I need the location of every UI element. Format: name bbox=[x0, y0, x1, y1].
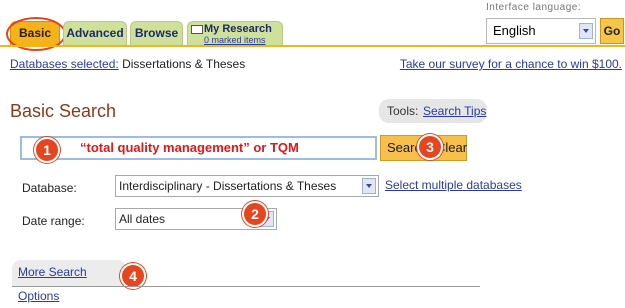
databases-selected-value: Dissertations & Theses bbox=[118, 57, 246, 71]
tab-advanced[interactable]: Advanced bbox=[63, 21, 127, 45]
tab-browse[interactable]: Browse bbox=[130, 21, 183, 45]
survey-link[interactable]: Take our survey for a chance to win $100… bbox=[400, 57, 622, 71]
page-title: Basic Search bbox=[10, 101, 117, 121]
interface-language-select[interactable]: English bbox=[486, 18, 596, 44]
more-search-options-tab[interactable]: More Search Options bbox=[12, 260, 126, 303]
interface-language-label: Interface language: bbox=[486, 2, 582, 13]
search-tips-link[interactable]: Search Tips bbox=[423, 100, 486, 122]
date-range-select-value: All dates bbox=[119, 212, 166, 226]
chevron-down-icon bbox=[579, 23, 593, 39]
database-select-value: Interdisciplinary - Dissertations & Thes… bbox=[119, 179, 337, 193]
language-go-button[interactable]: Go bbox=[600, 18, 624, 44]
my-research-label: My Research bbox=[204, 23, 272, 35]
databases-selected: Databases selected: Dissertations & Thes… bbox=[10, 57, 245, 71]
database-select[interactable]: Interdisciplinary - Dissertations & Thes… bbox=[115, 175, 379, 197]
tools-panel: Tools: Search Tips bbox=[379, 99, 487, 123]
tab-advanced-label: Advanced bbox=[66, 26, 124, 40]
more-search-options-link[interactable]: More Search Options bbox=[18, 265, 87, 303]
database-label: Database: bbox=[22, 181, 77, 195]
tab-my-research[interactable]: My Research 0 marked items bbox=[187, 21, 283, 45]
tab-bar-divider bbox=[0, 45, 625, 47]
tools-label: Tools: bbox=[387, 104, 419, 118]
select-multiple-databases-link[interactable]: Select multiple databases bbox=[385, 178, 522, 192]
tab-browse-label: Browse bbox=[134, 26, 179, 40]
step-badge-3: 3 bbox=[417, 134, 443, 160]
interface-language-value: English bbox=[493, 23, 536, 38]
search-input[interactable]: “total quality management” or TQM bbox=[20, 136, 377, 160]
step-badge-1: 1 bbox=[34, 137, 60, 163]
chevron-down-icon bbox=[362, 178, 376, 194]
date-range-label: Date range: bbox=[22, 214, 85, 228]
section-divider bbox=[12, 286, 480, 287]
step-badge-2: 2 bbox=[242, 201, 268, 227]
folder-icon bbox=[191, 25, 203, 34]
databases-selected-link[interactable]: Databases selected: bbox=[10, 57, 119, 71]
